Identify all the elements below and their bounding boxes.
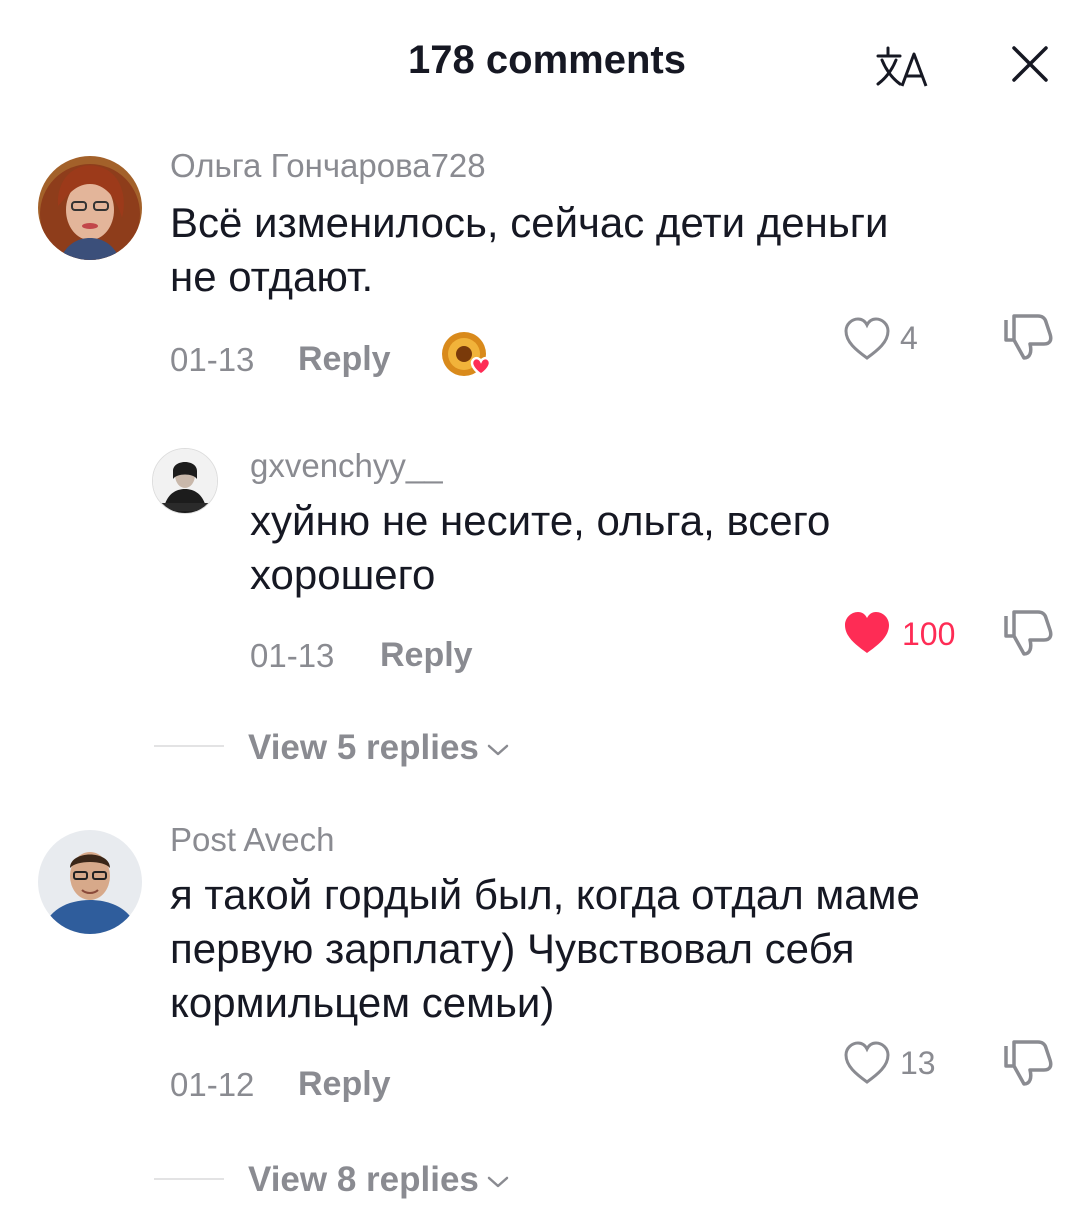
- avatar[interactable]: [38, 156, 142, 260]
- view-replies-label: View 5 replies: [248, 728, 479, 767]
- translate-button[interactable]: [870, 40, 934, 92]
- creator-liked-badge: [440, 330, 498, 380]
- comment-username[interactable]: Post Avech: [170, 820, 335, 860]
- creator-avatar-icon: [442, 332, 492, 376]
- comment-date: 01-12: [170, 1066, 255, 1103]
- like-button[interactable]: [842, 316, 892, 367]
- divider: [154, 745, 224, 747]
- comment-username[interactable]: gxvenchyy__: [250, 446, 443, 486]
- like-button[interactable]: [842, 610, 892, 661]
- reply-button[interactable]: Reply: [380, 635, 473, 675]
- close-icon: [1012, 46, 1048, 82]
- chevron-down-icon: [487, 1176, 509, 1187]
- translate-icon: [876, 46, 928, 87]
- reply-button[interactable]: Reply: [298, 339, 391, 379]
- comment-text-line: хорошего: [250, 551, 436, 598]
- like-count: 4: [900, 320, 918, 356]
- view-replies-label: View 8 replies: [248, 1160, 479, 1199]
- comment-text: Всё изменилось, сейчас дети деньги не от…: [170, 196, 1050, 304]
- thumbs-down-icon: [1004, 1040, 1053, 1086]
- comment-text-line: Всё изменилось, сейчас дети деньги: [170, 199, 889, 246]
- thumbs-down-icon: [1004, 610, 1053, 656]
- comment-text: хуйню не несите, ольга, всего хорошего: [250, 494, 1050, 602]
- comment-text-line: я такой гордый был, когда отдал маме: [170, 871, 920, 918]
- like-count: 13: [900, 1045, 936, 1081]
- comment-text-line: кормильцем семьи): [170, 979, 555, 1026]
- comment-text-line: первую зарплату) Чувствовал себя: [170, 925, 855, 972]
- view-replies-button[interactable]: View 5 replies: [248, 726, 509, 770]
- divider: [154, 1178, 224, 1180]
- like-button[interactable]: [842, 1040, 892, 1091]
- heart-outline-icon: [844, 1041, 890, 1084]
- heart-filled-icon: [845, 612, 889, 653]
- chevron-down-icon: [487, 744, 509, 755]
- view-replies-button[interactable]: View 8 replies: [248, 1158, 509, 1202]
- close-button[interactable]: [1000, 34, 1060, 94]
- comment-username[interactable]: Ольга Гончарова728: [170, 146, 486, 186]
- reply-button[interactable]: Reply: [298, 1064, 391, 1104]
- comment-date: 01-13: [170, 341, 255, 378]
- comment-date: 01-13: [250, 637, 335, 674]
- dislike-button[interactable]: [1000, 312, 1056, 369]
- comment-text-line: не отдают.: [170, 253, 374, 300]
- dislike-button[interactable]: [1000, 608, 1056, 665]
- dislike-button[interactable]: [1000, 1038, 1056, 1095]
- like-count: 100: [902, 616, 956, 652]
- comment-text-line: хуйню не несите, ольга, всего: [250, 497, 831, 544]
- comment-text: я такой гордый был, когда отдал маме пер…: [170, 868, 1060, 1030]
- thumbs-down-icon: [1004, 314, 1053, 360]
- avatar[interactable]: [38, 830, 142, 934]
- avatar[interactable]: [152, 448, 218, 514]
- heart-outline-icon: [844, 317, 890, 360]
